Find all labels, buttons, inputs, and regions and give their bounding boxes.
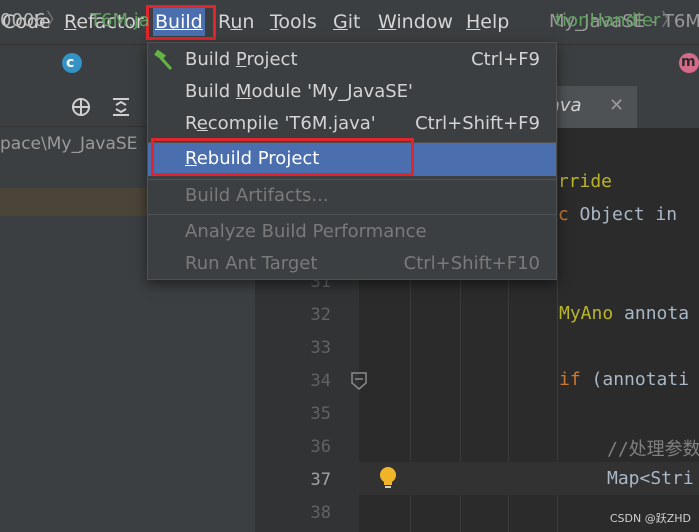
line-number: 34 — [310, 371, 331, 391]
tab-close-icon[interactable]: ✕ — [609, 95, 624, 116]
line-number: 32 — [310, 305, 331, 325]
menu-item-recompile[interactable]: Recompile 'T6M.java' Ctrl+Shift+F9 — [148, 108, 556, 140]
breadcrumb-separator: 〉 — [46, 10, 64, 31]
line-number: 33 — [310, 338, 331, 358]
menu-window-rest: indow — [396, 11, 453, 33]
menu-item-shortcut: Ctrl+Shift+F10 — [403, 253, 540, 274]
breadcrumb-class[interactable]: tionHandler — [555, 8, 660, 34]
code-identifier: annota — [613, 303, 690, 324]
code-type: MyAno — [559, 303, 614, 324]
fold-icon[interactable] — [351, 372, 367, 390]
menu-git[interactable]: Git — [331, 8, 362, 36]
menu-item-build-artifacts: Build Artifacts... — [148, 180, 556, 212]
method-icon-letter: m — [681, 54, 696, 70]
menu-item-analyze-build-performance: Analyze Build Performance — [148, 216, 556, 248]
menu-item-mnemonic: P — [235, 49, 247, 70]
collapse-all-icon[interactable] — [110, 96, 132, 118]
menu-run[interactable]: Run — [216, 8, 256, 36]
menu-tools-rest: ools — [278, 11, 317, 33]
rebuild-project-highlight-box — [151, 138, 414, 176]
menu-git-rest: it — [347, 11, 361, 33]
menu-item-label-rest: roject — [246, 49, 298, 70]
hammer-icon — [153, 49, 175, 71]
menu-window-mnemonic: W — [378, 11, 397, 33]
menu-refactor-mnemonic: R — [64, 11, 77, 33]
menu-help-rest: elp — [480, 11, 510, 33]
method-icon: m — [679, 53, 699, 73]
watermark: CSDN @跃ZHD — [609, 512, 691, 525]
menu-help-mnemonic: H — [466, 11, 481, 33]
menu-item-build-module[interactable]: Build Module 'My_JavaSE' — [148, 76, 556, 108]
build-menu-highlight-box — [146, 5, 216, 40]
menu-item-label-rest: compile 'T6M.java' — [207, 113, 376, 134]
code-comment: //处理参数 — [607, 439, 699, 460]
menu-item-label: Build Artifacts... — [185, 185, 329, 206]
line-number: 36 — [310, 437, 331, 457]
class-icon-letter: c — [66, 55, 75, 71]
menu-item-label-prefix: Build — [185, 49, 236, 70]
menu-run-rest: n — [242, 11, 255, 33]
code-line-34: if (annotati — [559, 369, 689, 390]
line-number-current: 37 — [310, 470, 331, 490]
code-line-37: Map<Stri — [607, 468, 694, 489]
breadcrumb-separator-2: 〉 — [661, 10, 679, 31]
menu-item-shortcut: Ctrl+F9 — [471, 49, 540, 70]
fold-icon-svg — [351, 372, 367, 390]
menu-item-label-prefix: Build — [185, 81, 236, 102]
menu-help[interactable]: Help — [464, 8, 511, 36]
breadcrumb-package[interactable]: 0006 — [0, 8, 46, 34]
menu-item-label: Recompile 'T6M.java' — [185, 112, 376, 136]
menu-item-shortcut: Ctrl+Shift+F9 — [415, 113, 540, 134]
locate-icon[interactable] — [70, 96, 92, 118]
project-path: pace\My_JavaSE — [0, 134, 138, 154]
menu-item-mnemonic: M — [235, 81, 252, 102]
menu-run-r: R — [218, 11, 231, 33]
lightbulb-icon-svg — [380, 467, 396, 488]
menu-item-run-ant-target: Run Ant Target Ctrl+Shift+F10 — [148, 248, 556, 280]
menu-item-label-prefix: R — [185, 113, 197, 134]
menu-window[interactable]: Window — [376, 8, 455, 36]
menu-tools[interactable]: Tools — [268, 8, 319, 36]
code-method-signature: ic Object in — [547, 204, 677, 225]
line-number: 35 — [310, 404, 331, 424]
menu-separator — [148, 214, 556, 215]
menu-item-label: Build Module 'My_JavaSE' — [185, 80, 413, 104]
menu-item-mnemonic: e — [196, 113, 208, 134]
menu-item-label: Analyze Build Performance — [185, 221, 427, 242]
line-number: 38 — [310, 503, 331, 523]
class-icon: c — [62, 53, 82, 73]
code-line-32: MyAno annota — [559, 303, 689, 324]
locate-icon-svg — [72, 98, 90, 116]
menu-run-mnemonic: u — [230, 11, 243, 33]
breadcrumb-file[interactable]: T6M.ja — [90, 8, 150, 34]
menu-item-label: Build Project — [185, 48, 298, 72]
code-identifier: Object in — [568, 204, 678, 225]
menu-git-mnemonic: G — [333, 11, 348, 33]
lightbulb-icon[interactable] — [378, 466, 398, 490]
menu-item-label: Run Ant Target — [185, 253, 318, 274]
hammer-icon-svg — [154, 49, 173, 71]
menu-item-build-project[interactable]: Build Project Ctrl+F9 — [148, 44, 556, 76]
menu-item-label-rest: odule 'My_JavaSE' — [251, 81, 413, 102]
code-keyword: if — [559, 369, 581, 390]
code-identifier: (annotati — [580, 369, 690, 390]
collapse-all-icon-svg — [113, 98, 129, 116]
